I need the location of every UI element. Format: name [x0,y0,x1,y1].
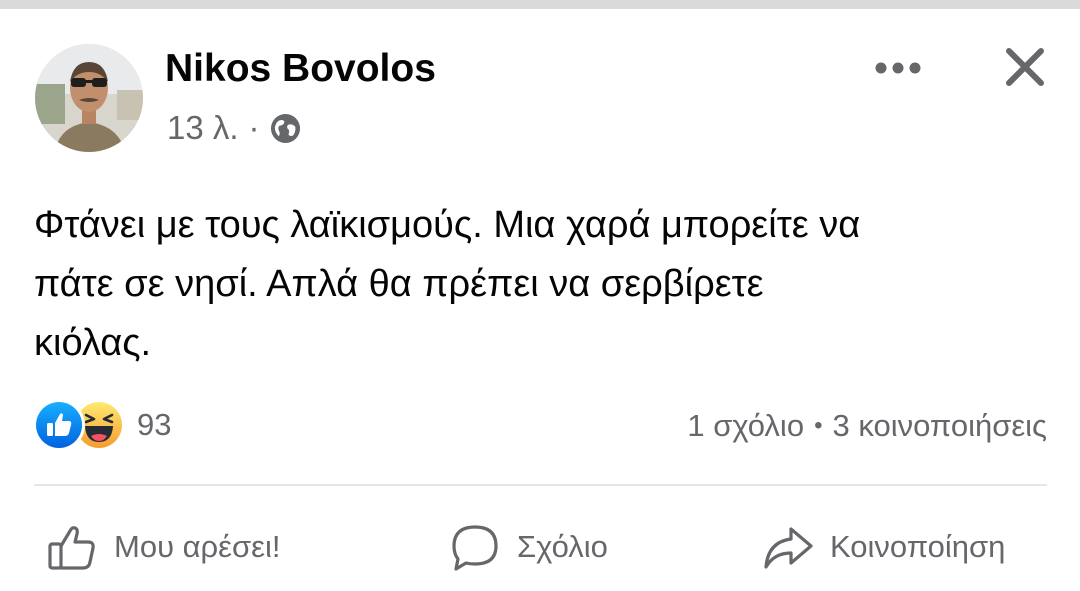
top-strip [0,0,1080,9]
thumbs-up-icon [48,526,95,570]
post-time[interactable]: 13 λ. [167,109,239,147]
more-options-button[interactable] [866,46,930,90]
share-button[interactable]: Κοινοποίηση [760,516,1005,578]
engagement-stats: 1 σχόλιο • 3 κοινοποιήσεις [687,403,1047,449]
more-horizontal-icon [875,62,921,74]
like-reaction-icon [33,399,85,451]
reaction-count: 93 [137,407,172,442]
comment-icon [452,525,498,571]
divider [34,484,1047,486]
close-icon [1006,48,1044,86]
share-arrow-icon [764,527,813,569]
post-text: Φτάνει με τους λαϊκισμούς. Μια χαρά μπορ… [34,196,1054,373]
like-button[interactable]: Μου αρέσει! [44,516,280,578]
avatar[interactable] [35,44,143,152]
like-label: Μου αρέσει! [114,529,281,564]
author-name[interactable]: Nikos Bovolos [165,46,436,92]
globe-icon [270,113,301,144]
comment-button[interactable]: Σχόλιο [447,516,608,578]
post-meta: 13 λ. · [167,108,301,148]
reactions-summary[interactable]: 93 [33,399,172,451]
stats-dot: • [814,412,823,439]
share-label: Κοινοποίηση [830,529,1006,564]
comment-label: Σχόλιο [517,529,608,564]
post-text-line: κιόλας. [34,322,152,364]
post-text-line: πάτε σε νησί. Απλά θα πρέπει να σερβίρετ… [34,263,764,305]
close-button[interactable] [996,40,1054,94]
meta-separator: · [248,109,260,146]
share-count-link[interactable]: 3 κοινοποιήσεις [832,408,1047,444]
comment-count-link[interactable]: 1 σχόλιο [687,408,804,444]
post-text-line: Φτάνει με τους λαϊκισμούς. Μια χαρά μπορ… [34,204,861,246]
